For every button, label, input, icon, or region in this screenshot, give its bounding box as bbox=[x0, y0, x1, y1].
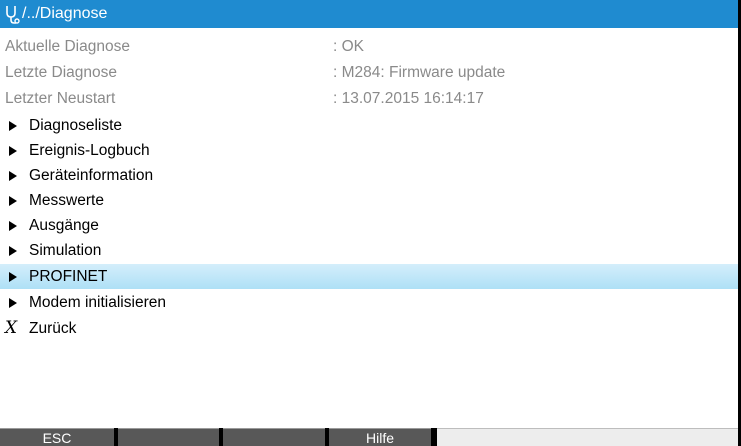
menu-item-label: PROFINET bbox=[29, 268, 108, 285]
stethoscope-icon bbox=[3, 3, 21, 25]
softkey-3[interactable] bbox=[223, 428, 325, 446]
arrow-right-icon bbox=[9, 196, 17, 206]
title-bar: /../Diagnose bbox=[0, 0, 738, 28]
menu-item-modem-initialisieren[interactable]: Modem initialisieren bbox=[0, 290, 738, 315]
menu-item-label: Modem initialisieren bbox=[29, 294, 166, 311]
arrow-right-icon bbox=[9, 272, 17, 282]
info-label: Aktuelle Diagnose bbox=[5, 38, 130, 55]
info-value: : M284: Firmware update bbox=[333, 64, 506, 81]
menu-item-label: Ausgänge bbox=[29, 217, 99, 234]
info-row-current-diagnosis: Aktuelle Diagnose : OK bbox=[0, 34, 738, 59]
softkey-bar: ESC Hilfe bbox=[0, 428, 738, 446]
menu-item-profinet[interactable]: PROFINET bbox=[0, 264, 738, 289]
arrow-right-icon bbox=[9, 121, 17, 131]
info-label: Letzter Neustart bbox=[5, 90, 116, 107]
arrow-right-icon bbox=[9, 171, 17, 181]
arrow-right-icon bbox=[9, 246, 17, 256]
info-value: : 13.07.2015 16:14:17 bbox=[333, 90, 484, 107]
menu-item-label: Zurück bbox=[29, 320, 77, 337]
info-value: : OK bbox=[333, 38, 365, 55]
info-row-last-restart: Letzter Neustart : 13.07.2015 16:14:17 bbox=[0, 86, 738, 111]
device-screen: /../Diagnose Aktuelle Diagnose : OK Letz… bbox=[0, 0, 738, 446]
info-row-last-diagnosis: Letzte Diagnose : M284: Firmware update bbox=[0, 60, 738, 85]
menu-item-label: Ereignis-Logbuch bbox=[29, 142, 150, 159]
arrow-right-icon bbox=[9, 146, 17, 156]
softkey-esc[interactable]: ESC bbox=[0, 428, 114, 446]
menu-item-label: Messwerte bbox=[29, 192, 104, 209]
menu-item-geraeteinformation[interactable]: Geräteinformation bbox=[0, 163, 738, 188]
menu-path: /../Diagnose bbox=[22, 5, 108, 22]
menu-item-diagnoseliste[interactable]: Diagnoseliste bbox=[0, 113, 738, 138]
info-label: Letzte Diagnose bbox=[5, 64, 118, 81]
menu-item-messwerte[interactable]: Messwerte bbox=[0, 188, 738, 213]
softkey-5[interactable] bbox=[437, 428, 738, 446]
menu-item-ausgaenge[interactable]: Ausgänge bbox=[0, 213, 738, 238]
arrow-right-icon bbox=[9, 298, 17, 308]
menu-item-zurueck[interactable]: X Zurück bbox=[0, 316, 738, 341]
softkey-2[interactable] bbox=[118, 428, 219, 446]
menu-item-simulation[interactable]: Simulation bbox=[0, 238, 738, 263]
menu-item-ereignis-logbuch[interactable]: Ereignis-Logbuch bbox=[0, 138, 738, 163]
softkey-hilfe[interactable]: Hilfe bbox=[329, 428, 431, 446]
menu-item-label: Simulation bbox=[29, 242, 102, 259]
menu-item-label: Diagnoseliste bbox=[29, 117, 123, 134]
menu-item-label: Geräteinformation bbox=[29, 167, 154, 184]
back-x-icon: X bbox=[5, 318, 18, 338]
arrow-right-icon bbox=[9, 221, 17, 231]
